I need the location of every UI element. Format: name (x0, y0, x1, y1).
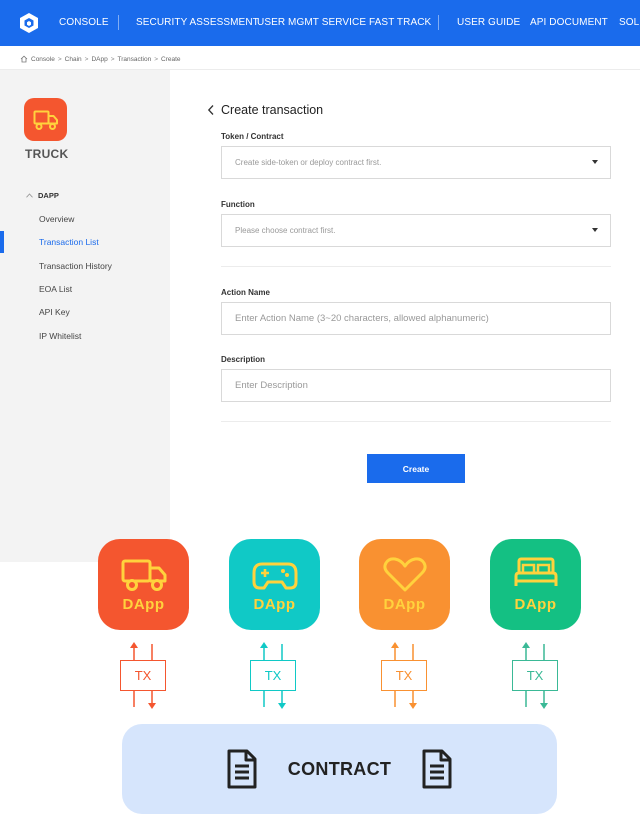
nav-separator (118, 15, 119, 30)
nav-console[interactable]: CONSOLE (59, 17, 109, 29)
tx-label: TX (250, 660, 296, 691)
nav-user-mgmt-service[interactable]: USER MGMT SERVICE (257, 17, 366, 29)
dapp-tile-game: DApp (229, 539, 320, 630)
contract-label: CONTRACT (287, 758, 392, 779)
breadcrumb-create: Create (161, 55, 181, 63)
sidebar-item-api-key[interactable]: API Key (39, 307, 70, 317)
sidebar-section-dapp[interactable]: DAPP (26, 191, 59, 200)
app-avatar (24, 98, 67, 141)
sidebar-section-label: DAPP (38, 191, 59, 200)
top-navbar: CONSOLE SECURITY ASSESSMENT USER MGMT SE… (0, 0, 640, 46)
dapp-label: DApp (514, 596, 557, 613)
breadcrumb-separator: > (110, 55, 115, 63)
function-label: Function (221, 200, 255, 209)
tx-connector: TX (118, 641, 168, 711)
tx-label: TX (512, 660, 558, 691)
sidebar-item-eoa-list[interactable]: EOA List (39, 284, 72, 294)
chevron-up-icon (26, 193, 33, 198)
token-contract-select[interactable]: Create side-token or deploy contract fir… (221, 146, 611, 179)
description-placeholder: Enter Description (235, 380, 308, 391)
truck-icon (121, 559, 166, 591)
tx-connector: TX (248, 641, 298, 711)
function-select[interactable]: Please choose contract first. (221, 214, 611, 247)
breadcrumb-separator: > (84, 55, 89, 63)
token-contract-placeholder: Create side-token or deploy contract fir… (235, 158, 382, 167)
section-divider (221, 421, 611, 422)
gamepad-icon (252, 562, 297, 590)
heart-icon (382, 557, 427, 592)
tx-label: TX (120, 660, 166, 691)
function-placeholder: Please choose contract first. (235, 226, 336, 235)
nav-api-document[interactable]: API DOCUMENT (530, 17, 608, 29)
dapp-label: DApp (122, 596, 165, 613)
nav-fast-track[interactable]: FAST TRACK (369, 17, 431, 29)
description-label: Description (221, 355, 266, 364)
nav-security-assessment[interactable]: SECURITY ASSESSMENT (136, 17, 259, 29)
breadcrumb-chain[interactable]: Chain (65, 56, 82, 63)
dapp-tile-health: DApp (359, 539, 450, 630)
breadcrumb-transaction[interactable]: Transaction (118, 56, 152, 63)
sidebar-item-ip-whitelist[interactable]: IP Whitelist (39, 331, 81, 341)
active-indicator (0, 231, 4, 253)
logo-icon[interactable] (18, 12, 40, 34)
dapp-label: DApp (383, 596, 426, 613)
tx-label: TX (381, 660, 427, 691)
breadcrumb: Console > Chain > DApp > Transaction > C… (20, 53, 181, 65)
sidebar-item-transaction-history[interactable]: Transaction History (39, 261, 112, 271)
section-divider (221, 266, 611, 267)
action-name-input[interactable]: Enter Action Name (3~20 characters, allo… (221, 302, 611, 335)
sidebar: TRUCK DAPP Overview Transaction List Tra… (0, 70, 170, 562)
token-contract-label: Token / Contract (221, 132, 284, 141)
sidebar-item-transaction-list[interactable]: Transaction List (39, 237, 99, 247)
tx-connector: TX (510, 641, 560, 711)
home-icon[interactable] (20, 55, 28, 63)
page-title: Create transaction (221, 103, 324, 117)
nav-user-guide[interactable]: USER GUIDE (457, 17, 520, 29)
sidebar-item-overview[interactable]: Overview (39, 214, 74, 224)
tx-connector: TX (379, 641, 429, 711)
contract-box: CONTRACT (122, 724, 557, 814)
bed-icon (514, 557, 557, 586)
chevron-left-icon (207, 105, 214, 115)
breadcrumb-separator: > (154, 55, 159, 63)
nav-separator (438, 15, 439, 30)
dapp-label: DApp (253, 596, 296, 613)
breadcrumb-dapp[interactable]: DApp (91, 56, 107, 63)
dropdown-caret-icon (592, 160, 598, 164)
breadcrumb-separator: > (57, 55, 62, 63)
action-name-placeholder: Enter Action Name (3~20 characters, allo… (235, 313, 489, 324)
breadcrumb-console[interactable]: Console (31, 56, 55, 63)
back-to-list-link[interactable]: Create transaction (207, 103, 323, 117)
app-name: TRUCK (25, 147, 69, 161)
nav-solutions[interactable]: SOLU (619, 17, 640, 29)
action-name-label: Action Name (221, 288, 270, 297)
dropdown-caret-icon (592, 228, 598, 232)
document-icon (227, 749, 257, 789)
truck-icon (33, 110, 58, 130)
dapp-tile-truck: DApp (98, 539, 189, 630)
create-button[interactable]: Create (367, 454, 465, 483)
document-icon (422, 749, 452, 789)
dapp-tile-hotel: DApp (490, 539, 581, 630)
description-input[interactable]: Enter Description (221, 369, 611, 402)
